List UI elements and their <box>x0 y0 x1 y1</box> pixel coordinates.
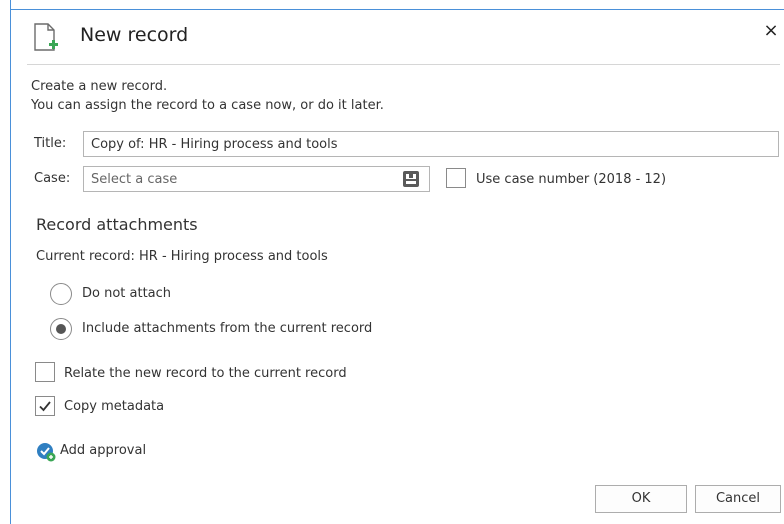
new-document-icon <box>33 23 59 53</box>
add-approval-icon[interactable] <box>36 442 56 462</box>
case-input[interactable] <box>83 166 430 192</box>
current-record-text: Current record: HR - Hiring process and … <box>36 249 328 264</box>
case-label: Case: <box>34 171 71 186</box>
close-button[interactable]: × <box>760 20 782 42</box>
do-not-attach-label: Do not attach <box>82 286 172 301</box>
include-attachments-label: Include attachments from the current rec… <box>82 321 373 336</box>
add-approval-link[interactable]: Add approval <box>60 443 146 458</box>
title-divider <box>27 64 780 65</box>
window-border-top <box>10 9 784 10</box>
copy-metadata-label: Copy metadata <box>64 399 165 414</box>
dialog-title: New record <box>80 24 189 46</box>
ok-button[interactable]: OK <box>595 485 687 513</box>
checkmark-icon <box>39 401 51 412</box>
relate-record-label: Relate the new record to the current rec… <box>64 366 347 381</box>
relate-record-checkbox[interactable] <box>35 362 55 382</box>
radio-selected-dot <box>56 324 66 334</box>
use-case-number-label: Use case number (2018 - 12) <box>476 172 667 187</box>
do-not-attach-radio[interactable] <box>50 283 72 305</box>
case-picker-icon[interactable] <box>402 170 420 188</box>
intro-text-line2: You can assign the record to a case now,… <box>31 98 384 113</box>
title-input[interactable] <box>83 131 779 157</box>
include-attachments-radio[interactable] <box>50 318 72 340</box>
intro-text-line1: Create a new record. <box>31 79 168 94</box>
attachments-heading: Record attachments <box>36 215 198 234</box>
window-border-left <box>10 0 11 524</box>
copy-metadata-checkbox[interactable] <box>35 396 55 416</box>
cancel-button[interactable]: Cancel <box>695 485 781 513</box>
use-case-number-checkbox[interactable] <box>446 168 466 188</box>
title-label: Title: <box>34 136 67 151</box>
